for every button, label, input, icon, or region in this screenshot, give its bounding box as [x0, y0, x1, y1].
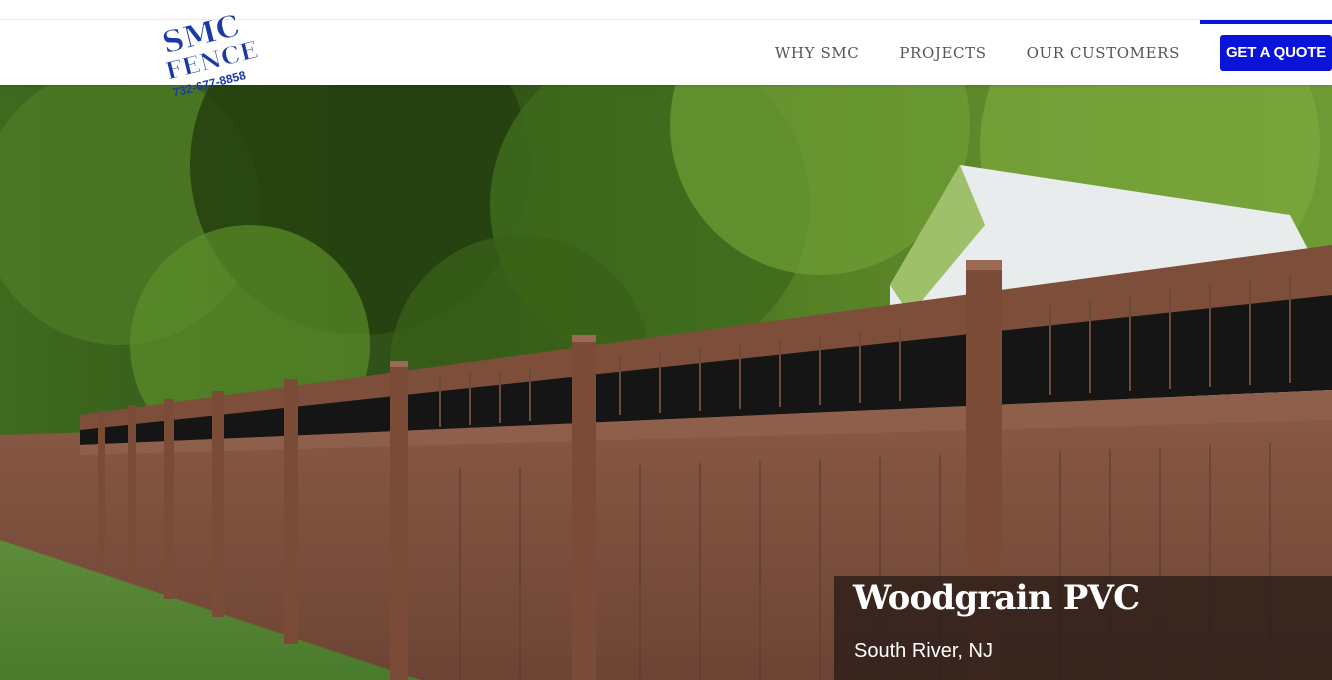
active-accent-bar — [1199, 20, 1332, 24]
smc-fence-logo[interactable]: SMC FENCE 732-677-8858 — [150, 2, 261, 102]
caption-location: South River, NJ — [854, 640, 993, 662]
project-caption: Woodgrain PVC South River, NJ — [834, 576, 1332, 680]
quote-cta-wrap: GET A QUOTE — [1199, 20, 1332, 85]
nav-link-projects[interactable]: PROJECTS — [899, 44, 986, 62]
nav-link-why-smc[interactable]: WHY SMC — [775, 44, 859, 62]
get-a-quote-button[interactable]: GET A QUOTE — [1219, 34, 1332, 71]
logo-image: SMC FENCE 732-677-8858 — [158, 8, 261, 100]
main-nav: WHY SMC PROJECTS OUR CUSTOMERS GET A QUO… — [775, 20, 1332, 85]
caption-title: Woodgrain PVC — [853, 578, 1140, 618]
hero-banner: Woodgrain PVC South River, NJ — [0, 85, 1332, 680]
nav-link-our-customers[interactable]: OUR CUSTOMERS — [1027, 44, 1180, 62]
